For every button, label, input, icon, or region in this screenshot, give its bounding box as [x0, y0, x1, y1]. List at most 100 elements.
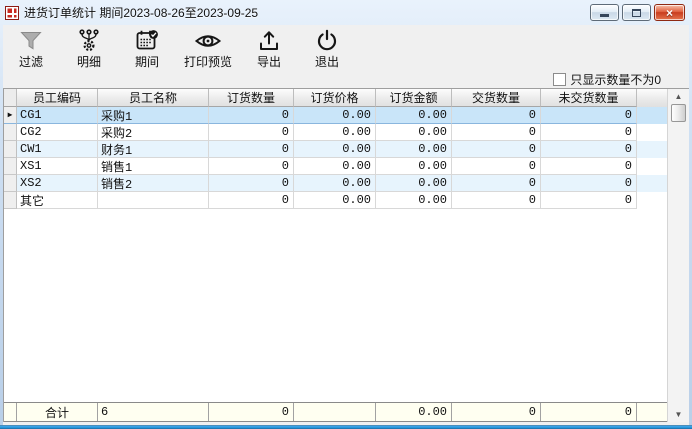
cell-undelivered-qty: 0 [541, 192, 637, 209]
close-icon: × [666, 7, 673, 19]
table-row[interactable]: 其它 0 0.00 0.00 0 0 [4, 192, 667, 209]
close-button[interactable]: × [654, 4, 685, 21]
cell-order-qty: 0 [209, 107, 294, 124]
cell-employee-name [98, 192, 209, 209]
cell-order-price: 0.00 [294, 175, 376, 192]
grid-main: 员工编码 员工名称 订货数量 订货价格 订货金额 交货数量 未交货数量 ▶ CG… [4, 89, 667, 422]
cell-employee-code: XS1 [17, 158, 98, 175]
toolbar-label: 期间 [135, 55, 159, 69]
cell-employee-code: 其它 [17, 192, 98, 209]
cell-order-qty: 0 [209, 141, 294, 158]
table-row[interactable]: ▶ CG1 采购1 0 0.00 0.00 0 0 [4, 107, 667, 124]
table-row[interactable]: CW1 财务1 0 0.00 0.00 0 0 [4, 141, 667, 158]
show-nonzero-label: 只显示数量不为0 [570, 71, 661, 88]
table-rows: ▶ CG1 采购1 0 0.00 0.00 0 0 CG2 采购2 0 0.00… [4, 107, 667, 209]
period-calendar-icon [134, 27, 160, 55]
grid-header-row: 员工编码 员工名称 订货数量 订货价格 订货金额 交货数量 未交货数量 [4, 89, 667, 107]
cell-order-price: 0.00 [294, 107, 376, 124]
toolbar-label: 过滤 [19, 55, 43, 69]
row-indicator-cell [4, 175, 17, 192]
column-header-order-amount[interactable]: 订货金额 [376, 89, 452, 107]
toolbar-label: 明细 [77, 55, 101, 69]
footer-indicator-cell [4, 403, 17, 421]
column-header-delivered-qty[interactable]: 交货数量 [452, 89, 541, 107]
column-header-employee-code[interactable]: 员工编码 [17, 89, 98, 107]
toolbar-button-exit[interactable]: 退出 [306, 27, 348, 69]
column-header-order-price[interactable]: 订货价格 [294, 89, 376, 107]
toolbar: 过滤 明细 [3, 25, 689, 70]
cell-delivered-qty: 0 [452, 107, 541, 124]
cell-order-amount: 0.00 [376, 124, 452, 141]
cell-order-qty: 0 [209, 158, 294, 175]
app-icon [5, 6, 19, 20]
export-arrow-icon [256, 27, 282, 55]
cell-delivered-qty: 0 [452, 141, 541, 158]
cell-employee-name: 销售1 [98, 158, 209, 175]
exit-power-icon [314, 27, 340, 55]
cell-order-price: 0.00 [294, 192, 376, 209]
cell-order-amount: 0.00 [376, 141, 452, 158]
row-indicator-cell [4, 141, 17, 158]
cell-order-qty: 0 [209, 192, 294, 209]
cell-employee-name: 采购2 [98, 124, 209, 141]
cell-delivered-qty: 0 [452, 158, 541, 175]
cell-order-amount: 0.00 [376, 175, 452, 192]
window: 进货订单统计 期间2023-08-26至2023-09-25 × 过滤 [0, 0, 692, 429]
window-title: 进货订单统计 期间2023-08-26至2023-09-25 [24, 4, 258, 21]
toolbar-button-export[interactable]: 导出 [248, 27, 290, 69]
row-indicator-cell: ▶ [4, 107, 17, 124]
window-controls: × [590, 4, 687, 21]
grid-empty-area [4, 209, 667, 402]
footer-order-price [294, 403, 376, 421]
cell-employee-name: 采购1 [98, 107, 209, 124]
cell-employee-code: XS2 [17, 175, 98, 192]
cell-order-price: 0.00 [294, 141, 376, 158]
cell-undelivered-qty: 0 [541, 158, 637, 175]
column-header-order-qty[interactable]: 订货数量 [209, 89, 294, 107]
footer-undelivered-qty: 0 [541, 403, 637, 421]
footer-order-amount: 0.00 [376, 403, 452, 421]
cell-order-price: 0.00 [294, 158, 376, 175]
cell-employee-name: 财务1 [98, 141, 209, 158]
filter-options-row: 只显示数量不为0 [3, 70, 689, 88]
cell-order-qty: 0 [209, 124, 294, 141]
cell-order-price: 0.00 [294, 124, 376, 141]
row-indicator-cell [4, 192, 17, 209]
toolbar-button-detail[interactable]: 明细 [68, 27, 110, 69]
cell-undelivered-qty: 0 [541, 107, 637, 124]
cell-undelivered-qty: 0 [541, 175, 637, 192]
cell-order-amount: 0.00 [376, 107, 452, 124]
toolbar-button-period[interactable]: 期间 [126, 27, 168, 69]
column-header-undelivered-qty[interactable]: 未交货数量 [541, 89, 637, 107]
footer-delivered-qty: 0 [452, 403, 541, 421]
cell-employee-code: CW1 [17, 141, 98, 158]
toolbar-label: 导出 [257, 55, 281, 69]
show-nonzero-checkbox[interactable] [553, 73, 566, 86]
minimize-icon [600, 14, 609, 17]
cell-undelivered-qty: 0 [541, 141, 637, 158]
cell-delivered-qty: 0 [452, 124, 541, 141]
table-row[interactable]: CG2 采购2 0 0.00 0.00 0 0 [4, 124, 667, 141]
scroll-thumb[interactable] [671, 104, 686, 122]
selected-row-arrow: ▶ [8, 110, 13, 120]
toolbar-label: 打印预览 [184, 55, 232, 69]
grid-footer-row: 合计 6 0 0.00 0 0 [4, 402, 667, 422]
cell-delivered-qty: 0 [452, 175, 541, 192]
row-indicator-cell [4, 158, 17, 175]
scroll-up-button[interactable]: ▲ [668, 89, 689, 104]
table-row[interactable]: XS1 销售1 0 0.00 0.00 0 0 [4, 158, 667, 175]
vertical-scrollbar[interactable]: ▲ ▼ [667, 89, 689, 422]
table-row[interactable]: XS2 销售2 0 0.00 0.00 0 0 [4, 175, 667, 192]
cell-employee-code: CG2 [17, 124, 98, 141]
toolbar-button-filter[interactable]: 过滤 [10, 27, 52, 69]
toolbar-button-print-preview[interactable]: 打印预览 [184, 27, 232, 69]
scroll-down-button[interactable]: ▼ [668, 407, 689, 422]
footer-order-qty: 0 [209, 403, 294, 421]
cell-undelivered-qty: 0 [541, 124, 637, 141]
print-preview-eye-icon [193, 27, 223, 55]
column-header-employee-name[interactable]: 员工名称 [98, 89, 209, 107]
maximize-button[interactable] [622, 4, 651, 21]
minimize-button[interactable] [590, 4, 619, 21]
cell-order-amount: 0.00 [376, 192, 452, 209]
cell-order-amount: 0.00 [376, 158, 452, 175]
